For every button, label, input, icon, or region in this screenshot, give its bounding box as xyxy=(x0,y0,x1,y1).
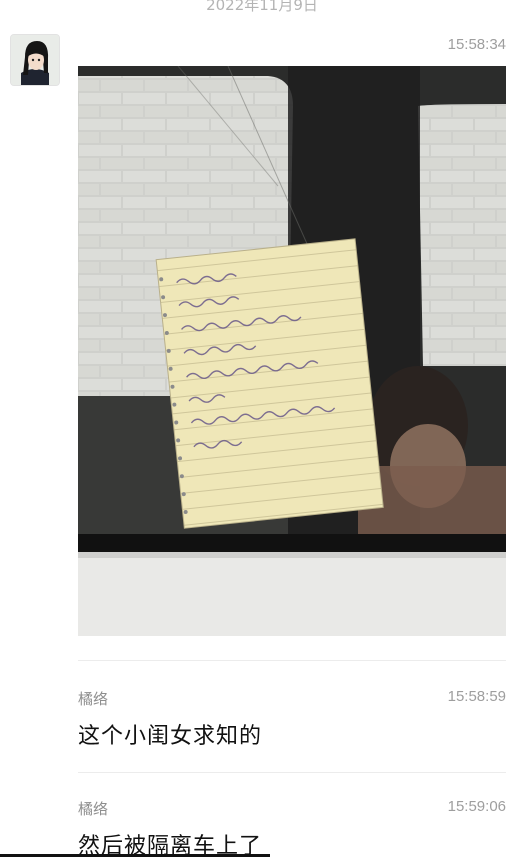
avatar[interactable] xyxy=(10,34,60,86)
message-time: 15:58:34 xyxy=(447,36,506,53)
message-time: 15:58:59 xyxy=(447,688,506,705)
divider xyxy=(78,660,506,661)
photo-image xyxy=(78,66,506,636)
message-time: 15:59:06 xyxy=(447,798,506,815)
message-text[interactable]: 这个小闺女求知的 xyxy=(78,718,262,750)
date-header: 2022年11月9日 xyxy=(206,0,318,14)
message-photo[interactable] xyxy=(78,66,506,636)
avatar-illustration xyxy=(11,35,59,85)
sender-name: 橘络 xyxy=(78,690,109,708)
sender-name: 橘络 xyxy=(78,800,109,818)
divider xyxy=(78,772,506,773)
